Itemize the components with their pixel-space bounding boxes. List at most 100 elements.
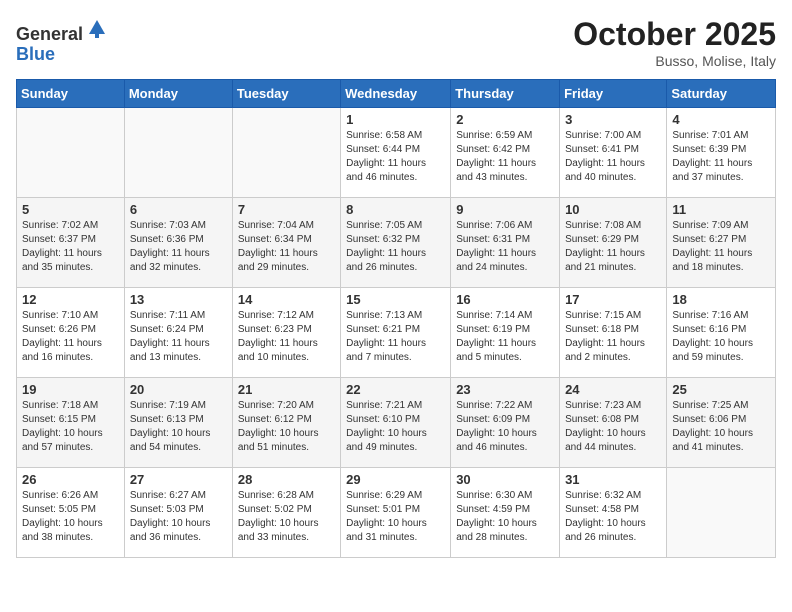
day-info: Sunrise: 6:26 AMSunset: 5:05 PMDaylight:… — [22, 489, 119, 545]
calendar-cell: 11 Sunrise: 7:09 AMSunset: 6:27 PMDayligh… — [667, 198, 776, 288]
day-number: 29 — [346, 472, 445, 487]
day-number: 25 — [672, 382, 770, 397]
day-number: 4 — [672, 112, 770, 127]
day-number: 12 — [22, 292, 119, 307]
day-info: Sunrise: 7:23 AMSunset: 6:08 PMDaylight:… — [565, 399, 661, 455]
location-text: Busso, Molise, Italy — [573, 53, 776, 69]
day-info: Sunrise: 6:30 AMSunset: 4:59 PMDaylight:… — [456, 489, 554, 545]
calendar-week-row: 5Sunrise: 7:02 AMSunset: 6:37 PMDaylight… — [17, 198, 776, 288]
day-info: Sunrise: 7:05 AMSunset: 6:32 PMDaylight:… — [346, 219, 445, 275]
calendar-cell: 5Sunrise: 7:02 AMSunset: 6:37 PMDaylight… — [17, 198, 125, 288]
day-info: Sunrise: 7:19 AMSunset: 6:13 PMDaylight:… — [130, 399, 227, 455]
day-number: 16 — [456, 292, 554, 307]
day-number: 20 — [130, 382, 227, 397]
calendar-week-row: 19 Sunrise: 7:18 AMSunset: 6:15 PMDayligh… — [17, 378, 776, 468]
logo-general: General — [16, 24, 83, 44]
day-info: Sunrise: 6:32 AMSunset: 4:58 PMDaylight:… — [565, 489, 661, 545]
day-info: Sunrise: 7:20 AMSunset: 6:12 PMDaylight:… — [238, 399, 335, 455]
day-info: Sunrise: 7:25 AMSunset: 6:06 PMDaylight:… — [672, 399, 770, 455]
weekday-header: Tuesday — [232, 80, 340, 108]
day-info: Sunrise: 7:13 AMSunset: 6:21 PMDaylight:… — [346, 309, 445, 365]
day-info: Sunrise: 6:28 AMSunset: 5:02 PMDaylight:… — [238, 489, 335, 545]
day-number: 15 — [346, 292, 445, 307]
day-number: 18 — [672, 292, 770, 307]
calendar-cell: 10Sunrise: 7:08 AMSunset: 6:29 PMDayligh… — [560, 198, 667, 288]
logo-blue: Blue — [16, 44, 55, 64]
logo-icon — [85, 16, 109, 40]
day-info: Sunrise: 7:06 AMSunset: 6:31 PMDaylight:… — [456, 219, 554, 275]
calendar-cell: 17Sunrise: 7:15 AMSunset: 6:18 PMDayligh… — [560, 288, 667, 378]
day-number: 6 — [130, 202, 227, 217]
calendar-cell — [124, 108, 232, 198]
calendar-cell: 19 Sunrise: 7:18 AMSunset: 6:15 PMDayligh… — [17, 378, 125, 468]
day-number: 8 — [346, 202, 445, 217]
calendar-cell: 20 Sunrise: 7:19 AMSunset: 6:13 PMDayligh… — [124, 378, 232, 468]
calendar-cell: 23 Sunrise: 7:22 AMSunset: 6:09 PMDayligh… — [451, 378, 560, 468]
calendar-cell: 25 Sunrise: 7:25 AMSunset: 6:06 PMDayligh… — [667, 378, 776, 468]
day-number: 1 — [346, 112, 445, 127]
calendar-cell: 24 Sunrise: 7:23 AMSunset: 6:08 PMDayligh… — [560, 378, 667, 468]
calendar-cell: 8 Sunrise: 7:05 AMSunset: 6:32 PMDaylight… — [341, 198, 451, 288]
calendar-cell: 31Sunrise: 6:32 AMSunset: 4:58 PMDayligh… — [560, 468, 667, 558]
day-number: 19 — [22, 382, 119, 397]
day-number: 13 — [130, 292, 227, 307]
day-number: 28 — [238, 472, 335, 487]
calendar-week-row: 26 Sunrise: 6:26 AMSunset: 5:05 PMDayligh… — [17, 468, 776, 558]
day-info: Sunrise: 7:03 AMSunset: 6:36 PMDaylight:… — [130, 219, 227, 275]
day-number: 14 — [238, 292, 335, 307]
day-info: Sunrise: 7:10 AMSunset: 6:26 PMDaylight:… — [22, 309, 119, 365]
day-info: Sunrise: 7:21 AMSunset: 6:10 PMDaylight:… — [346, 399, 445, 455]
day-number: 24 — [565, 382, 661, 397]
weekday-header: Saturday — [667, 80, 776, 108]
calendar-cell — [667, 468, 776, 558]
day-number: 2 — [456, 112, 554, 127]
calendar-cell: 6 Sunrise: 7:03 AMSunset: 6:36 PMDaylight… — [124, 198, 232, 288]
calendar-cell — [17, 108, 125, 198]
calendar-cell: 7Sunrise: 7:04 AMSunset: 6:34 PMDaylight… — [232, 198, 340, 288]
day-number: 23 — [456, 382, 554, 397]
calendar-cell: 27Sunrise: 6:27 AMSunset: 5:03 PMDayligh… — [124, 468, 232, 558]
calendar-cell: 3Sunrise: 7:00 AMSunset: 6:41 PMDaylight… — [560, 108, 667, 198]
day-info: Sunrise: 6:29 AMSunset: 5:01 PMDaylight:… — [346, 489, 445, 545]
logo: General Blue — [16, 16, 109, 65]
day-info: Sunrise: 7:01 AMSunset: 6:39 PMDaylight:… — [672, 129, 770, 185]
calendar-cell: 22 Sunrise: 7:21 AMSunset: 6:10 PMDayligh… — [341, 378, 451, 468]
calendar-table: SundayMondayTuesdayWednesdayThursdayFrid… — [16, 79, 776, 558]
calendar-cell: 16 Sunrise: 7:14 AMSunset: 6:19 PMDayligh… — [451, 288, 560, 378]
day-info: Sunrise: 7:12 AMSunset: 6:23 PMDaylight:… — [238, 309, 335, 365]
calendar-cell: 21 Sunrise: 7:20 AMSunset: 6:12 PMDayligh… — [232, 378, 340, 468]
calendar-cell — [232, 108, 340, 198]
day-info: Sunrise: 7:09 AMSunset: 6:27 PMDaylight:… — [672, 219, 770, 275]
day-number: 7 — [238, 202, 335, 217]
calendar-cell: 18 Sunrise: 7:16 AMSunset: 6:16 PMDayligh… — [667, 288, 776, 378]
day-number: 26 — [22, 472, 119, 487]
day-info: Sunrise: 7:15 AMSunset: 6:18 PMDaylight:… — [565, 309, 661, 365]
weekday-header-row: SundayMondayTuesdayWednesdayThursdayFrid… — [17, 80, 776, 108]
month-heading: October 2025 — [573, 16, 776, 53]
calendar-cell: 13Sunrise: 7:11 AMSunset: 6:24 PMDayligh… — [124, 288, 232, 378]
day-info: Sunrise: 7:18 AMSunset: 6:15 PMDaylight:… — [22, 399, 119, 455]
day-info: Sunrise: 7:14 AMSunset: 6:19 PMDaylight:… — [456, 309, 554, 365]
day-number: 30 — [456, 472, 554, 487]
day-number: 10 — [565, 202, 661, 217]
month-title: October 2025 Busso, Molise, Italy — [573, 16, 776, 69]
day-number: 21 — [238, 382, 335, 397]
day-info: Sunrise: 7:22 AMSunset: 6:09 PMDaylight:… — [456, 399, 554, 455]
day-info: Sunrise: 7:16 AMSunset: 6:16 PMDaylight:… — [672, 309, 770, 365]
calendar-cell: 26 Sunrise: 6:26 AMSunset: 5:05 PMDayligh… — [17, 468, 125, 558]
calendar-cell: 14 Sunrise: 7:12 AMSunset: 6:23 PMDayligh… — [232, 288, 340, 378]
day-info: Sunrise: 7:00 AMSunset: 6:41 PMDaylight:… — [565, 129, 661, 185]
page-header: General Blue October 2025 Busso, Molise,… — [16, 16, 776, 69]
day-number: 22 — [346, 382, 445, 397]
weekday-header: Thursday — [451, 80, 560, 108]
day-number: 27 — [130, 472, 227, 487]
day-number: 11 — [672, 202, 770, 217]
calendar-week-row: 1Sunrise: 6:58 AMSunset: 6:44 PMDaylight… — [17, 108, 776, 198]
calendar-cell: 29 Sunrise: 6:29 AMSunset: 5:01 PMDayligh… — [341, 468, 451, 558]
day-number: 5 — [22, 202, 119, 217]
day-number: 9 — [456, 202, 554, 217]
calendar-cell: 28 Sunrise: 6:28 AMSunset: 5:02 PMDayligh… — [232, 468, 340, 558]
weekday-header: Wednesday — [341, 80, 451, 108]
weekday-header: Monday — [124, 80, 232, 108]
day-info: Sunrise: 6:59 AMSunset: 6:42 PMDaylight:… — [456, 129, 554, 185]
